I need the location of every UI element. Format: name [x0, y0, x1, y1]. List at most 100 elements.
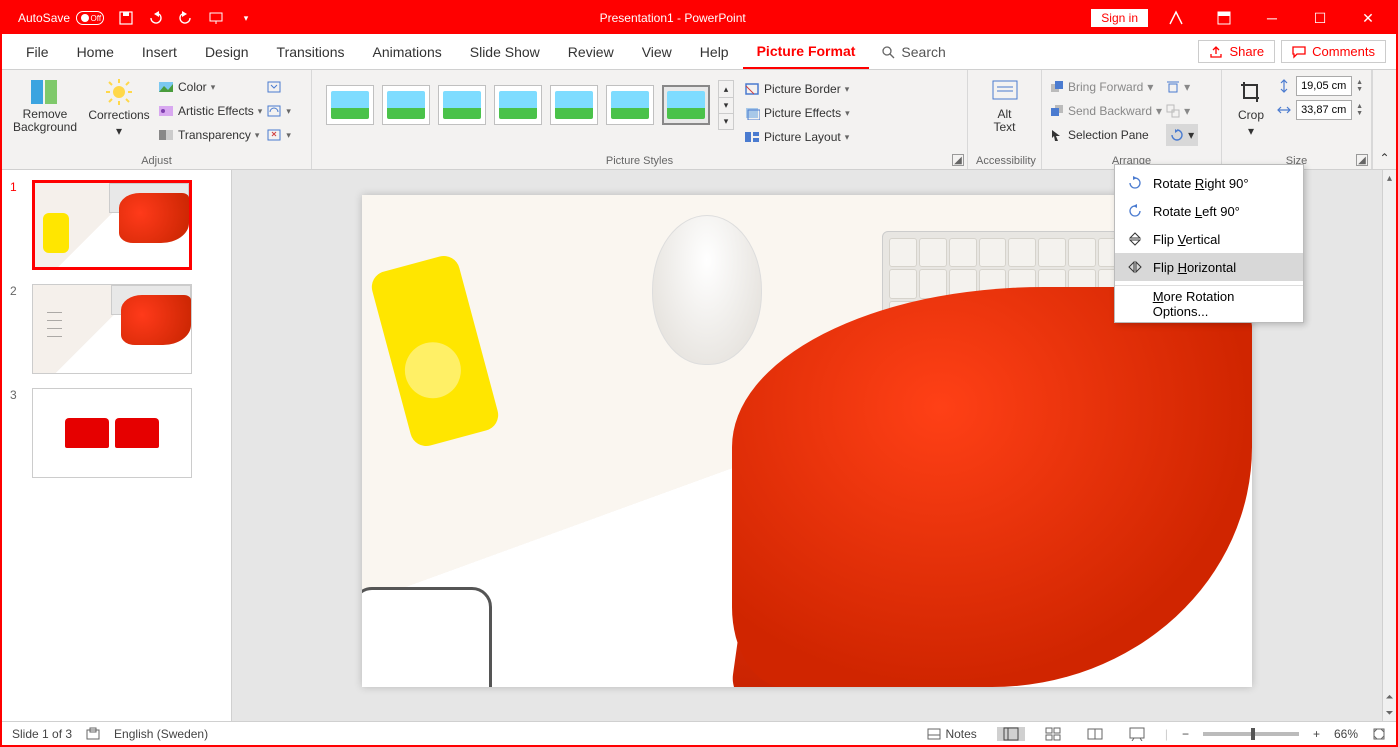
slide-counter[interactable]: Slide 1 of 3 — [12, 727, 72, 741]
flip-horizontal-item[interactable]: Flip Horizontal — [1115, 253, 1303, 281]
slide-thumbnail-1[interactable] — [32, 180, 192, 270]
signin-button[interactable]: Sign in — [1091, 9, 1148, 27]
size-dialog-launcher[interactable]: ◢ — [1356, 154, 1368, 166]
coming-soon-icon[interactable] — [1156, 2, 1196, 34]
normal-view-button[interactable] — [997, 727, 1025, 741]
tab-transitions[interactable]: Transitions — [263, 34, 359, 69]
tab-review[interactable]: Review — [554, 34, 628, 69]
zoom-out-button[interactable]: − — [1182, 727, 1189, 741]
gallery-down-button[interactable]: ▾ — [719, 97, 733, 113]
fit-to-window-button[interactable] — [1372, 727, 1386, 741]
style-item[interactable] — [326, 85, 374, 125]
share-label: Share — [1229, 44, 1264, 59]
present-icon[interactable] — [208, 10, 224, 26]
alt-text-button[interactable]: Alt Text — [976, 74, 1033, 134]
picture-styles-gallery[interactable]: ▴ ▾ ▾ — [320, 74, 740, 136]
search-box[interactable]: Search — [881, 44, 945, 60]
flip-vertical-item[interactable]: Flip Vertical — [1115, 225, 1303, 253]
save-icon[interactable] — [118, 10, 134, 26]
group-picture-styles: ▴ ▾ ▾ Picture Border▾ Picture Effects▾ P… — [312, 70, 968, 169]
slideshow-view-button[interactable] — [1123, 727, 1151, 741]
zoom-level[interactable]: 66% — [1334, 727, 1358, 741]
crop-button[interactable]: Crop ▾ — [1230, 74, 1272, 138]
zoom-slider[interactable] — [1203, 732, 1299, 736]
slide-thumbnail-3[interactable] — [32, 388, 192, 478]
height-down[interactable]: ▼ — [1356, 86, 1363, 93]
color-button[interactable]: Color▾ — [158, 76, 262, 98]
style-item[interactable] — [438, 85, 486, 125]
picture-effects-label: Picture Effects — [764, 106, 841, 120]
tab-slideshow[interactable]: Slide Show — [456, 34, 554, 69]
style-item[interactable] — [494, 85, 542, 125]
gallery-up-button[interactable]: ▴ — [719, 81, 733, 97]
style-item[interactable] — [606, 85, 654, 125]
group-size: Crop ▾ ▲▼ ▲▼ Size ◢ — [1222, 70, 1372, 169]
redo-icon[interactable] — [178, 10, 194, 26]
reading-view-button[interactable] — [1081, 727, 1109, 741]
artistic-icon — [158, 104, 174, 118]
artistic-effects-button[interactable]: Artistic Effects▾ — [158, 100, 262, 122]
style-item[interactable] — [382, 85, 430, 125]
height-up[interactable]: ▲ — [1356, 79, 1363, 86]
width-up[interactable]: ▲ — [1356, 103, 1363, 110]
group-button[interactable]: ▾ — [1166, 100, 1198, 122]
tab-view[interactable]: View — [628, 34, 686, 69]
prev-slide-button[interactable]: ⏶ — [1383, 689, 1396, 705]
vertical-scrollbar[interactable]: ▴ ⏶ ⏷ — [1382, 170, 1396, 721]
height-input[interactable] — [1296, 76, 1352, 96]
style-item-selected[interactable] — [662, 85, 710, 125]
rotate-left-item[interactable]: Rotate Left 90° — [1115, 197, 1303, 225]
notes-button[interactable]: Notes — [921, 727, 982, 741]
sorter-view-button[interactable] — [1039, 727, 1067, 741]
send-backward-button[interactable]: Send Backward▾ — [1050, 100, 1162, 122]
more-rotation-item[interactable]: More Rotation Options... — [1115, 290, 1303, 318]
align-button[interactable]: ▾ — [1166, 76, 1198, 98]
tab-file[interactable]: File — [12, 34, 63, 69]
comments-button[interactable]: Comments — [1281, 40, 1386, 63]
collapse-ribbon-button[interactable]: ⌃ — [1372, 70, 1396, 169]
scroll-up-button[interactable]: ▴ — [1383, 170, 1396, 186]
share-button[interactable]: Share — [1198, 40, 1275, 63]
slide-panel[interactable]: 1 2 ———————————— 3 — [2, 170, 232, 721]
width-input[interactable] — [1296, 100, 1352, 120]
undo-icon[interactable] — [148, 10, 164, 26]
rotate-right-item[interactable]: Rotate Right 90° — [1115, 169, 1303, 197]
transparency-button[interactable]: Transparency▾ — [158, 124, 262, 146]
search-icon — [881, 45, 895, 59]
tab-insert[interactable]: Insert — [128, 34, 191, 69]
selection-pane-button[interactable]: Selection Pane — [1050, 124, 1162, 146]
maximize-button[interactable]: ☐ — [1300, 2, 1340, 34]
qat-more-icon[interactable]: ▾ — [238, 10, 254, 26]
tab-picture-format[interactable]: Picture Format — [743, 34, 870, 69]
width-down[interactable]: ▼ — [1356, 110, 1363, 117]
compress-button[interactable] — [266, 76, 291, 98]
gallery-more-button[interactable]: ▾ — [719, 113, 733, 129]
close-button[interactable]: ✕ — [1348, 2, 1388, 34]
bring-forward-button[interactable]: Bring Forward▾ — [1050, 76, 1162, 98]
style-item[interactable] — [550, 85, 598, 125]
styles-dialog-launcher[interactable]: ◢ — [952, 154, 964, 166]
change-picture-button[interactable]: ▾ — [266, 100, 291, 122]
picture-layout-button[interactable]: Picture Layout▾ — [744, 126, 850, 148]
picture-border-button[interactable]: Picture Border▾ — [744, 78, 850, 100]
ribbon-display-icon[interactable] — [1204, 2, 1244, 34]
tab-home[interactable]: Home — [63, 34, 128, 69]
zoom-in-button[interactable]: + — [1313, 727, 1320, 741]
minimize-button[interactable]: ─ — [1252, 2, 1292, 34]
slide-thumbnail-2[interactable]: ———————————— — [32, 284, 192, 374]
next-slide-button[interactable]: ⏷ — [1383, 705, 1396, 721]
tab-animations[interactable]: Animations — [358, 34, 455, 69]
tab-help[interactable]: Help — [686, 34, 743, 69]
language-status[interactable]: English (Sweden) — [114, 727, 208, 741]
tab-design[interactable]: Design — [191, 34, 263, 69]
send-backward-label: Send Backward — [1068, 104, 1152, 118]
autosave-toggle[interactable]: AutoSave Off — [18, 11, 104, 25]
autosave-switch[interactable]: Off — [76, 11, 104, 25]
picture-effects-button[interactable]: Picture Effects▾ — [744, 102, 850, 124]
remove-background-button[interactable]: Remove Background — [10, 74, 80, 134]
reset-picture-button[interactable]: ▾ — [266, 124, 291, 146]
corrections-button[interactable]: Corrections ▾ — [84, 74, 154, 138]
rotate-button[interactable]: ▾ — [1166, 124, 1198, 146]
comments-icon — [1292, 45, 1306, 59]
accessibility-checker-icon[interactable] — [86, 727, 100, 741]
